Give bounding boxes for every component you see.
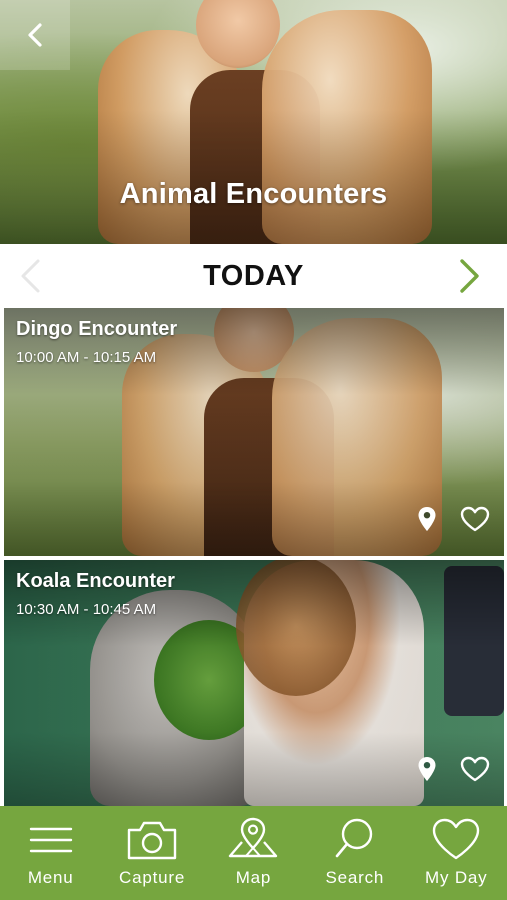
map-pin-icon <box>418 507 436 531</box>
chevron-left-icon <box>21 259 40 293</box>
back-button[interactable] <box>0 0 70 70</box>
previous-day-button[interactable] <box>10 256 50 296</box>
encounter-time: 10:30 AM - 10:45 AM <box>16 601 157 618</box>
encounter-title: Koala Encounter <box>16 570 175 592</box>
location-button[interactable] <box>412 754 442 784</box>
favorite-button[interactable] <box>460 504 490 534</box>
heart-outline-icon <box>460 756 490 782</box>
bottom-tab-bar: Menu Capture Map Search My Day <box>0 806 507 900</box>
tab-label: Capture <box>119 868 186 887</box>
encounter-time: 10:00 AM - 10:15 AM <box>16 349 157 366</box>
encounter-card-dingo[interactable]: Dingo Encounter 10:00 AM - 10:15 AM <box>4 308 504 556</box>
encounter-title: Dingo Encounter <box>16 318 178 340</box>
tab-label: Menu <box>27 868 74 887</box>
heart-outline-icon <box>433 818 480 860</box>
hero-banner: Animal Encounters <box>0 0 507 244</box>
tab-label: My Day <box>425 868 488 887</box>
location-button[interactable] <box>412 504 442 534</box>
encounter-card-koala[interactable]: Koala Encounter 10:30 AM - 10:45 AM <box>4 560 504 806</box>
tab-label: Map <box>235 868 272 887</box>
map-pin-icon <box>418 757 436 781</box>
favorite-button[interactable] <box>460 754 490 784</box>
next-day-button[interactable] <box>449 256 489 296</box>
tab-my-day[interactable]: My Day <box>406 816 507 888</box>
tab-capture[interactable]: Capture <box>102 816 203 888</box>
camera-icon <box>127 821 177 860</box>
hamburger-icon <box>29 827 72 853</box>
map-pin-icon <box>229 817 278 858</box>
day-selector: TODAY <box>0 244 507 308</box>
card-actions <box>412 754 490 784</box>
heart-outline-icon <box>460 506 490 532</box>
tab-map[interactable]: Map <box>203 816 304 888</box>
card-actions <box>412 504 490 534</box>
tab-menu[interactable]: Menu <box>0 816 101 888</box>
tab-label: Search <box>325 868 385 887</box>
page-title: Animal Encounters <box>119 178 388 210</box>
tab-search[interactable]: Search <box>304 816 405 888</box>
chevron-left-icon <box>28 23 42 47</box>
day-label: TODAY <box>203 259 304 292</box>
chevron-right-icon <box>460 259 479 293</box>
search-icon <box>335 818 373 858</box>
